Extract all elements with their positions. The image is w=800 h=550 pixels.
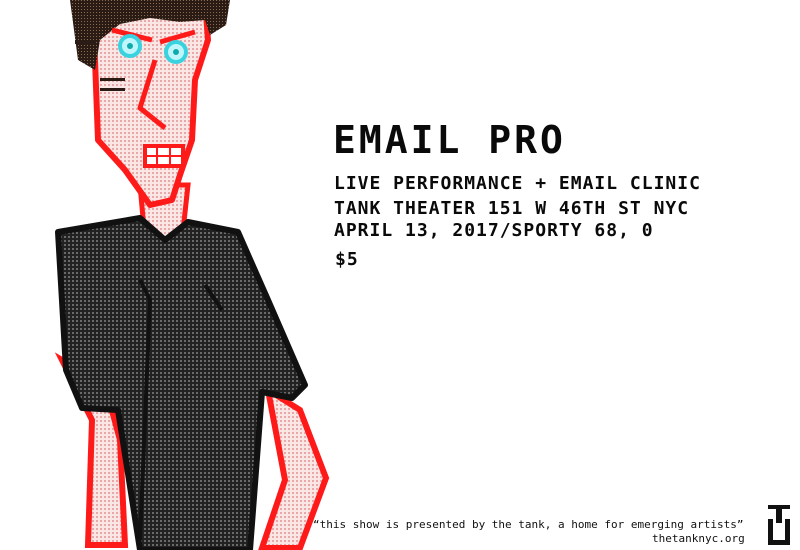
ticket-price: $5: [335, 249, 359, 270]
event-title: EMAIL PRO: [333, 118, 566, 162]
footer-website[interactable]: thetanknyc.org: [652, 532, 745, 545]
event-date: APRIL 13, 2017/SPORTY 68, 0: [334, 220, 654, 241]
event-description: LIVE PERFORMANCE + EMAIL CLINIC: [334, 173, 701, 194]
the-tank-logo-icon: [768, 505, 790, 545]
man-illustration: [54, 0, 330, 550]
poster: EMAIL PRO LIVE PERFORMANCE + EMAIL CLINI…: [0, 0, 800, 550]
footer-tagline: “this show is presented by the tank, a h…: [313, 518, 744, 531]
event-venue: TANK THEATER 151 W 46TH ST NYC: [334, 198, 690, 219]
